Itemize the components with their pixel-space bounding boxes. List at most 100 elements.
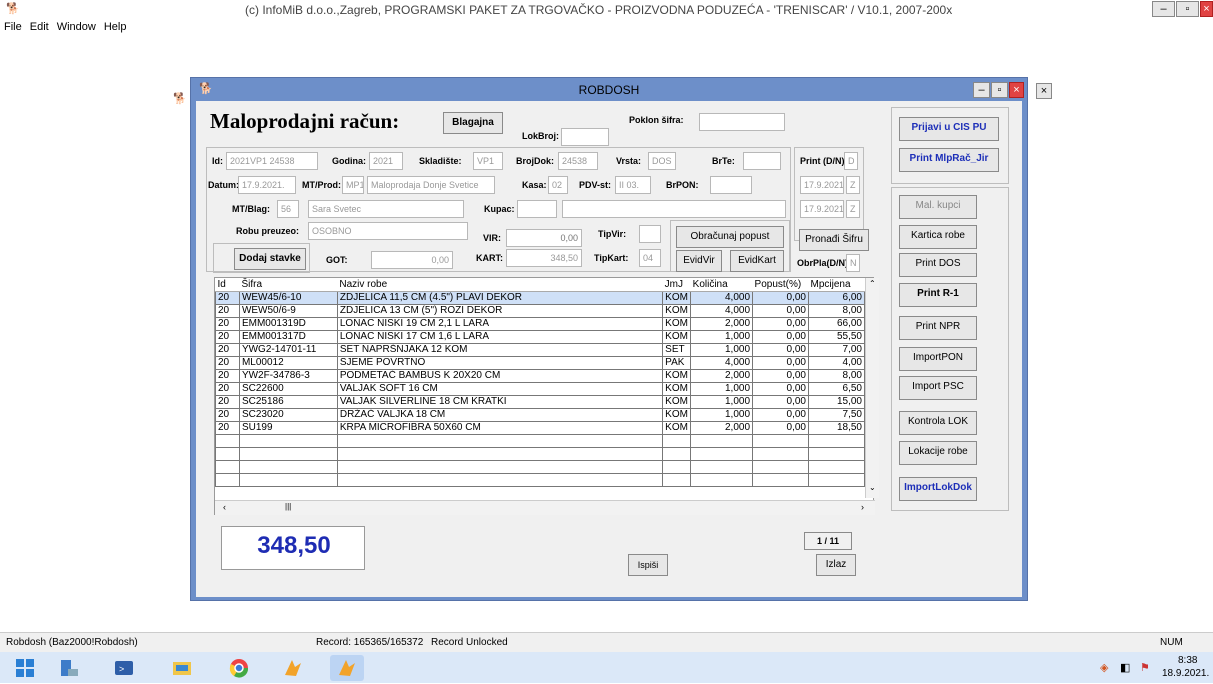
cell-jmj[interactable]: PAK xyxy=(662,355,692,370)
blagajna-button[interactable]: Blagajna xyxy=(443,112,503,134)
vir-field[interactable]: 0,00 xyxy=(506,229,582,247)
brojdok-field[interactable]: 24538 xyxy=(558,152,598,170)
got-field[interactable]: 0,00 xyxy=(371,251,453,269)
chrome-icon[interactable] xyxy=(222,655,256,681)
id-field[interactable]: 2021VP1 24538 xyxy=(226,152,318,170)
grid-vertical-scrollbar[interactable]: ⌃ ⌄ xyxy=(865,278,879,498)
side-button-importlokdok[interactable]: ImportLokDok xyxy=(899,477,977,501)
lokbroj-field[interactable] xyxy=(561,128,609,146)
tipkart-field[interactable]: 04 xyxy=(639,249,661,267)
cell-sifra[interactable]: ML00012 xyxy=(238,355,338,370)
cell-sifra[interactable]: SU199 xyxy=(238,420,338,435)
table-row[interactable]: 20 WEW45/6-10 ZDJELICA 11,5 CM (4.5") PLAV… xyxy=(215,290,865,305)
col-mpcijena[interactable]: Mpcijena xyxy=(808,278,865,292)
print-field[interactable]: D xyxy=(844,152,858,170)
table-row[interactable]: 20 SC23020 DRŽAČ VALJKA 18 CM KOM 1,000 0,00 7… xyxy=(215,407,865,422)
cell-jmj[interactable] xyxy=(662,433,692,448)
side-button-print-npr[interactable]: Print NPR xyxy=(899,316,977,340)
cell-naziv[interactable]: VALJAK SOFT 16 CM xyxy=(336,381,664,396)
cell-kolicina[interactable]: 2,000 xyxy=(690,316,754,331)
cell-kolicina[interactable]: 2,000 xyxy=(690,420,754,435)
cell-id[interactable]: 20 xyxy=(215,342,240,357)
cell-kolicina[interactable] xyxy=(690,446,754,461)
clock-time[interactable]: 8:38 xyxy=(1178,655,1197,666)
cell-popust[interactable]: 0,00 xyxy=(752,355,809,370)
cell-mpcijena[interactable]: 15,00 xyxy=(808,394,865,409)
cell-naziv[interactable] xyxy=(336,459,664,474)
evidkart-button[interactable]: EvidKart xyxy=(730,250,784,272)
cell-popust[interactable] xyxy=(752,472,809,487)
table-row[interactable]: 20 WEW50/6-9 ZDJELICA 13 CM (5") ROZI DEKO… xyxy=(215,303,865,318)
z1-field[interactable]: Z xyxy=(846,176,860,194)
cell-naziv[interactable]: PODMETAČ BAMBUS K 20X20 CM xyxy=(336,368,664,383)
brte-field[interactable] xyxy=(743,152,781,170)
cell-jmj[interactable] xyxy=(662,472,692,487)
cell-naziv[interactable]: LONAC NISKI 17 CM 1,6 L LARA xyxy=(336,329,664,344)
cell-id[interactable]: 20 xyxy=(215,316,240,331)
cell-mpcijena[interactable]: 7,00 xyxy=(808,342,865,357)
cell-id[interactable]: 20 xyxy=(215,368,240,383)
col-jmj[interactable]: JmJ xyxy=(662,278,691,292)
brpon-field[interactable] xyxy=(710,176,752,194)
window-maximize-button[interactable]: ▫ xyxy=(991,82,1008,98)
robu-preuzeo-field[interactable]: OSOBNO xyxy=(308,222,468,240)
cell-kolicina[interactable]: 1,000 xyxy=(690,329,754,344)
side-button-import-psc[interactable]: Import PSC xyxy=(899,376,977,400)
tray-speaker-icon[interactable]: ◧ xyxy=(1120,661,1130,674)
menu-file[interactable]: File xyxy=(0,17,26,37)
vrsta-field[interactable]: DOS xyxy=(648,152,676,170)
cell-kolicina[interactable]: 4,000 xyxy=(690,290,754,305)
side-button-kartica-robe[interactable]: Kartica robe xyxy=(899,225,977,249)
side-button-importpon[interactable]: ImportPON xyxy=(899,347,977,371)
cell-sifra[interactable]: SC25186 xyxy=(238,394,338,409)
cell-mpcijena[interactable] xyxy=(808,459,865,474)
cell-id[interactable] xyxy=(215,446,240,461)
mtblag-field[interactable]: 56 xyxy=(277,200,299,218)
cell-jmj[interactable]: KOM xyxy=(662,381,692,396)
cell-id[interactable] xyxy=(215,433,240,448)
cell-naziv[interactable]: ZDJELICA 11,5 CM (4.5") PLAVI DEKOR xyxy=(336,290,664,305)
table-row[interactable]: 20 SU199 KRPA MICROFIBRA 50X60 CM KOM 2,000 0… xyxy=(215,420,865,435)
dodaj-stavke-button[interactable]: Dodaj stavke xyxy=(234,248,306,270)
cell-kolicina[interactable]: 4,000 xyxy=(690,355,754,370)
empty-row[interactable] xyxy=(215,433,865,448)
scroll-up-icon[interactable]: ⌃ xyxy=(869,279,876,288)
cell-jmj[interactable]: SET xyxy=(662,342,692,357)
cell-sifra[interactable]: YW2F-34786-3 xyxy=(238,368,338,383)
cell-sifra[interactable]: WEW45/6-10 xyxy=(238,290,338,305)
scroll-down-icon[interactable]: ⌄ xyxy=(869,483,876,492)
cell-kolicina[interactable] xyxy=(690,459,754,474)
side-button-print-r1[interactable]: Print R-1 xyxy=(899,283,977,307)
col-popust[interactable]: Popust(%) xyxy=(752,278,809,292)
window-close-button[interactable]: × xyxy=(1009,82,1024,98)
pronadi-sifru-button[interactable]: Pronađi Šifru xyxy=(799,229,869,251)
pdvst-field[interactable]: II 03. xyxy=(615,176,651,194)
skladiste-field[interactable]: VP1 xyxy=(473,152,503,170)
cell-sifra[interactable] xyxy=(238,446,338,461)
cell-sifra[interactable] xyxy=(238,459,338,474)
side-button-print-mlprac[interactable]: Print MlpRač_Jir xyxy=(899,148,999,172)
cell-naziv[interactable]: ZDJELICA 13 CM (5") ROZI DEKOR xyxy=(336,303,664,318)
cell-kolicina[interactable] xyxy=(690,433,754,448)
cell-mpcijena[interactable]: 66,00 xyxy=(808,316,865,331)
cell-sifra[interactable] xyxy=(238,433,338,448)
cell-kolicina[interactable]: 1,000 xyxy=(690,394,754,409)
clock-date[interactable]: 18.9.2021. xyxy=(1162,668,1209,679)
cell-naziv[interactable]: KRPA MICROFIBRA 50X60 CM xyxy=(336,420,664,435)
cell-kolicina[interactable]: 2,000 xyxy=(690,368,754,383)
kupac-field[interactable] xyxy=(517,200,557,218)
cell-jmj[interactable]: KOM xyxy=(662,303,692,318)
cell-mpcijena[interactable]: 8,00 xyxy=(808,368,865,383)
cell-popust[interactable]: 0,00 xyxy=(752,290,809,305)
grid-horizontal-scrollbar[interactable]: ‹ ||| › xyxy=(215,500,875,515)
cell-popust[interactable]: 0,00 xyxy=(752,316,809,331)
datum-field[interactable]: 17.9.2021. xyxy=(238,176,296,194)
table-row[interactable]: 20 YWG2-14701-11 SET NAPRŠNJAKA 12 KOM SET 1… xyxy=(215,342,865,357)
cell-sifra[interactable]: SC22600 xyxy=(238,381,338,396)
table-row[interactable]: 20 SC22600 VALJAK SOFT 16 CM KOM 1,000 0,00 6,… xyxy=(215,381,865,396)
cell-naziv[interactable]: LONAC NISKI 19 CM 2,1 L LARA xyxy=(336,316,664,331)
powershell-icon[interactable]: > xyxy=(107,655,141,681)
empty-row[interactable] xyxy=(215,459,865,474)
table-row[interactable]: 20 EMM001319D LONAC NISKI 19 CM 2,1 L LARA… xyxy=(215,316,865,331)
scroll-thumb-icon[interactable]: ||| xyxy=(285,502,291,511)
